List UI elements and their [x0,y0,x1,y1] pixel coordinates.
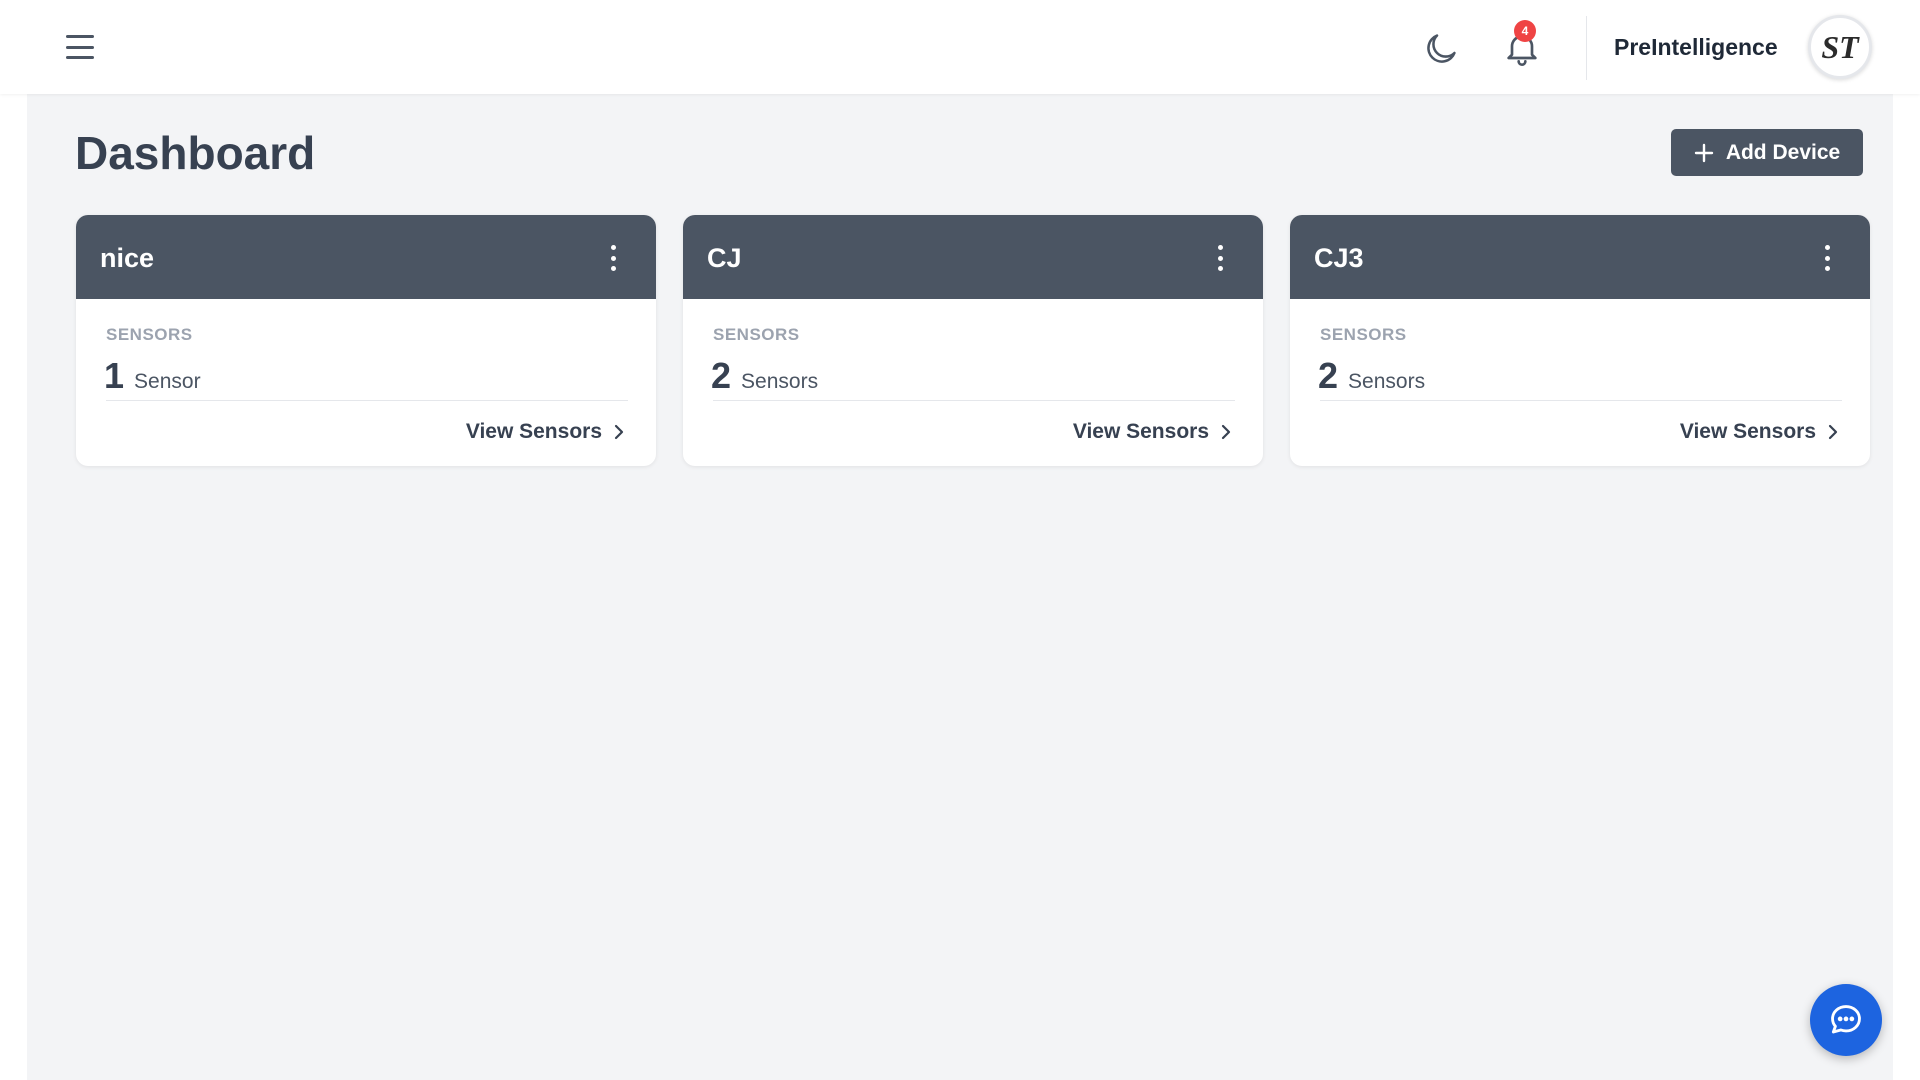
plus-icon [1694,143,1714,162]
device-name: CJ3 [1314,243,1364,273]
chevron-right-icon [614,424,624,440]
add-device-label: Add Device [1725,140,1841,164]
chevron-right-icon [1221,424,1231,440]
more-options-icon[interactable] [1822,245,1832,271]
device-name: nice [100,243,155,273]
view-sensors-link[interactable]: View Sensors [1680,420,1840,444]
chevron-right-icon [1828,424,1838,440]
view-sensors-link[interactable]: View Sensors [1073,420,1233,444]
more-options-icon[interactable] [608,245,618,271]
right-strip [1893,94,1920,1080]
device-card-header: CJ [683,215,1263,299]
sensors-label: SENSORS [106,325,193,344]
device-name: CJ [707,243,742,273]
device-card: CJ SENSORS 2 Sensors View Sensors [683,215,1263,466]
view-sensors-label: View Sensors [465,420,602,443]
sensor-count: 2 Sensors [711,355,818,397]
user-name[interactable]: PreIntelligence [1614,34,1778,61]
notification-badge: 4 [1514,20,1536,42]
sensor-count: 1 Sensor [104,355,201,397]
view-sensors-label: View Sensors [1679,420,1816,443]
sensor-count-unit: Sensors [741,370,819,393]
moon-icon[interactable] [1422,30,1460,68]
chat-bubble-icon [1831,1005,1861,1034]
sensors-label: SENSORS [1320,325,1407,344]
sensors-label: SENSORS [713,325,800,344]
device-card-header: CJ3 [1290,215,1870,299]
sensor-count-number: 2 [711,355,732,396]
avatar-initials: ST [1821,29,1860,65]
device-card: nice SENSORS 1 Sensor View Sensors [76,215,656,466]
top-bar: 4 PreIntelligence ST [0,0,1920,94]
left-strip [0,94,27,1080]
main-content: Dashboard Add Device nice SENSORS 1 Sens… [27,94,1893,1080]
sensor-count-number: 2 [1318,355,1339,396]
sensor-count-number: 1 [104,355,125,396]
add-device-button[interactable]: Add Device [1671,129,1863,176]
card-divider [1320,400,1842,401]
sensor-count-unit: Sensor [134,370,201,393]
page-title: Dashboard [75,127,316,179]
device-card: CJ3 SENSORS 2 Sensors View Sensors [1290,215,1870,466]
header-divider [1586,16,1587,80]
card-divider [713,400,1235,401]
sensor-count: 2 Sensors [1318,355,1425,397]
view-sensors-label: View Sensors [1072,420,1209,443]
more-options-icon[interactable] [1215,245,1225,271]
hamburger-menu-icon[interactable] [62,32,98,62]
user-avatar[interactable]: ST [1808,15,1872,79]
avatar-logo-icon: ST [1814,21,1866,73]
chat-button[interactable] [1810,984,1882,1056]
device-card-header: nice [76,215,656,299]
card-divider [106,400,628,401]
view-sensors-link[interactable]: View Sensors [466,420,626,444]
sensor-count-unit: Sensors [1348,370,1426,393]
